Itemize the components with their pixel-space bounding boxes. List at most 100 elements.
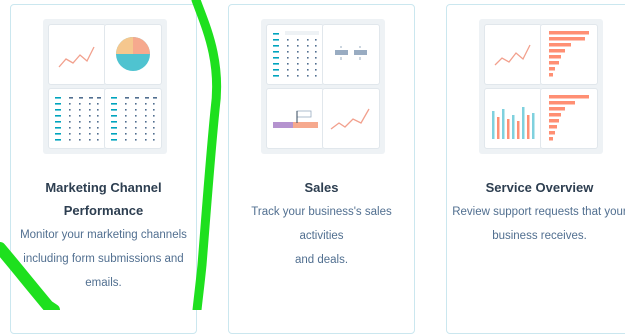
table-cell-dot — [97, 121, 99, 123]
table-cell-dot — [297, 63, 299, 65]
table-row-marker — [273, 63, 279, 65]
bar-mark — [549, 119, 559, 123]
table-cell-dot — [297, 75, 299, 77]
table-row-marker — [273, 33, 279, 35]
table-row-marker — [273, 69, 279, 71]
table-cell-dot — [315, 51, 317, 53]
table-cell-dot — [315, 57, 317, 59]
table-cell-dot — [287, 45, 289, 47]
pie-chart-preview — [105, 25, 161, 84]
table-cell-dot — [97, 115, 99, 117]
table-cell-dot — [69, 139, 71, 141]
table-cell-dot — [297, 39, 299, 41]
table-cell-dot — [97, 127, 99, 129]
table-cell-dot — [69, 103, 71, 105]
table-row-marker — [55, 121, 61, 123]
card-title: Service Overview — [485, 180, 594, 195]
card-title: Sales — [304, 180, 339, 195]
table-cell-dot — [69, 121, 71, 123]
table-cell-dot — [97, 103, 99, 105]
table-row-marker — [273, 57, 279, 59]
card-title: Marketing Channel Performance — [45, 180, 162, 218]
bar-mark — [549, 43, 571, 47]
table-row-marker — [273, 51, 279, 53]
table-cell-dot — [79, 121, 81, 123]
dashboard-template-card-sales[interactable]: Sales Track your business's sales activi… — [228, 4, 415, 334]
table-row-marker — [111, 121, 117, 123]
table-cell-dot — [125, 133, 127, 135]
table-cell-dot — [125, 115, 127, 117]
table-cell-dot — [97, 97, 101, 99]
table-cell-dot — [153, 109, 155, 111]
table-row-marker — [273, 75, 279, 77]
card-description: Monitor your marketing channels includin… — [20, 229, 187, 289]
table-cell-dot — [79, 109, 81, 111]
table-row-marker — [55, 133, 61, 135]
table-cell-dot — [69, 115, 71, 117]
table-row-marker — [55, 139, 61, 141]
bar-mark — [512, 115, 515, 139]
table-row-marker — [55, 103, 61, 105]
table-cell-dot — [135, 121, 137, 123]
table-cell-dot — [145, 139, 147, 141]
bar-mark — [549, 49, 565, 53]
table-cell-dot — [153, 139, 155, 141]
table-cell-dot — [135, 139, 137, 141]
table-row-marker — [111, 133, 117, 135]
table-cell-dot — [97, 109, 99, 111]
table-cell-dot — [307, 63, 309, 65]
table-cell-dot — [145, 103, 147, 105]
table-cell-dot — [315, 69, 317, 71]
table-cell-dot — [287, 57, 289, 59]
bar-mark — [549, 125, 557, 129]
table-cell-dot — [79, 127, 81, 129]
table-cell-dot — [297, 69, 299, 71]
table-row-marker — [273, 39, 279, 41]
bar-mark — [549, 101, 575, 105]
table-row-marker — [55, 115, 61, 117]
table-cell-dot — [89, 139, 91, 141]
table-cell-dot — [97, 139, 99, 141]
table-cell-dot — [153, 121, 155, 123]
table-cell-dot — [79, 103, 81, 105]
table-cell-dot — [145, 97, 149, 99]
table-cell-dot — [307, 69, 309, 71]
bar-mark — [532, 113, 535, 139]
table-row-marker — [55, 109, 61, 111]
bar-mark — [549, 31, 589, 35]
table-cell-dot — [287, 39, 289, 41]
bar-mark — [549, 55, 561, 59]
table-cell-dot — [153, 103, 155, 105]
table-cell-dot — [145, 109, 147, 111]
bar-mark — [497, 117, 500, 139]
service-dashboard-thumbnail — [479, 19, 603, 154]
table-row-marker — [111, 115, 117, 117]
table-cell-dot — [125, 127, 127, 129]
table-row-marker — [111, 103, 117, 105]
table-cell-dot — [135, 103, 137, 105]
table-cell-dot — [315, 45, 317, 47]
table-cell-dot — [69, 97, 73, 99]
line-chart-preview — [485, 25, 541, 84]
table-header-band — [285, 31, 319, 35]
table-cell-dot — [79, 133, 81, 135]
dashboard-template-card-marketing[interactable]: Marketing Channel Performance Monitor yo… — [10, 4, 197, 334]
table-row-marker — [55, 97, 61, 99]
table-cell-dot — [69, 133, 71, 135]
table-cell-dot — [79, 139, 81, 141]
table-cell-dot — [125, 103, 127, 105]
table-cell-dot — [297, 51, 299, 53]
table-cell-dot — [297, 45, 299, 47]
table-cell-dot — [287, 51, 289, 53]
bar-mark — [549, 107, 565, 111]
boxplot-preview — [323, 25, 379, 84]
table-cell-dot — [135, 97, 139, 99]
table-cell-dot — [307, 51, 309, 53]
table-cell-dot — [125, 121, 127, 123]
table-cell-dot — [145, 127, 147, 129]
bar-mark — [502, 109, 505, 139]
dashboard-template-card-service[interactable]: Service Overview Review support requests… — [446, 4, 625, 334]
sales-dashboard-thumbnail — [261, 19, 385, 154]
table-cell-dot — [89, 97, 93, 99]
table-cell-dot — [153, 133, 155, 135]
